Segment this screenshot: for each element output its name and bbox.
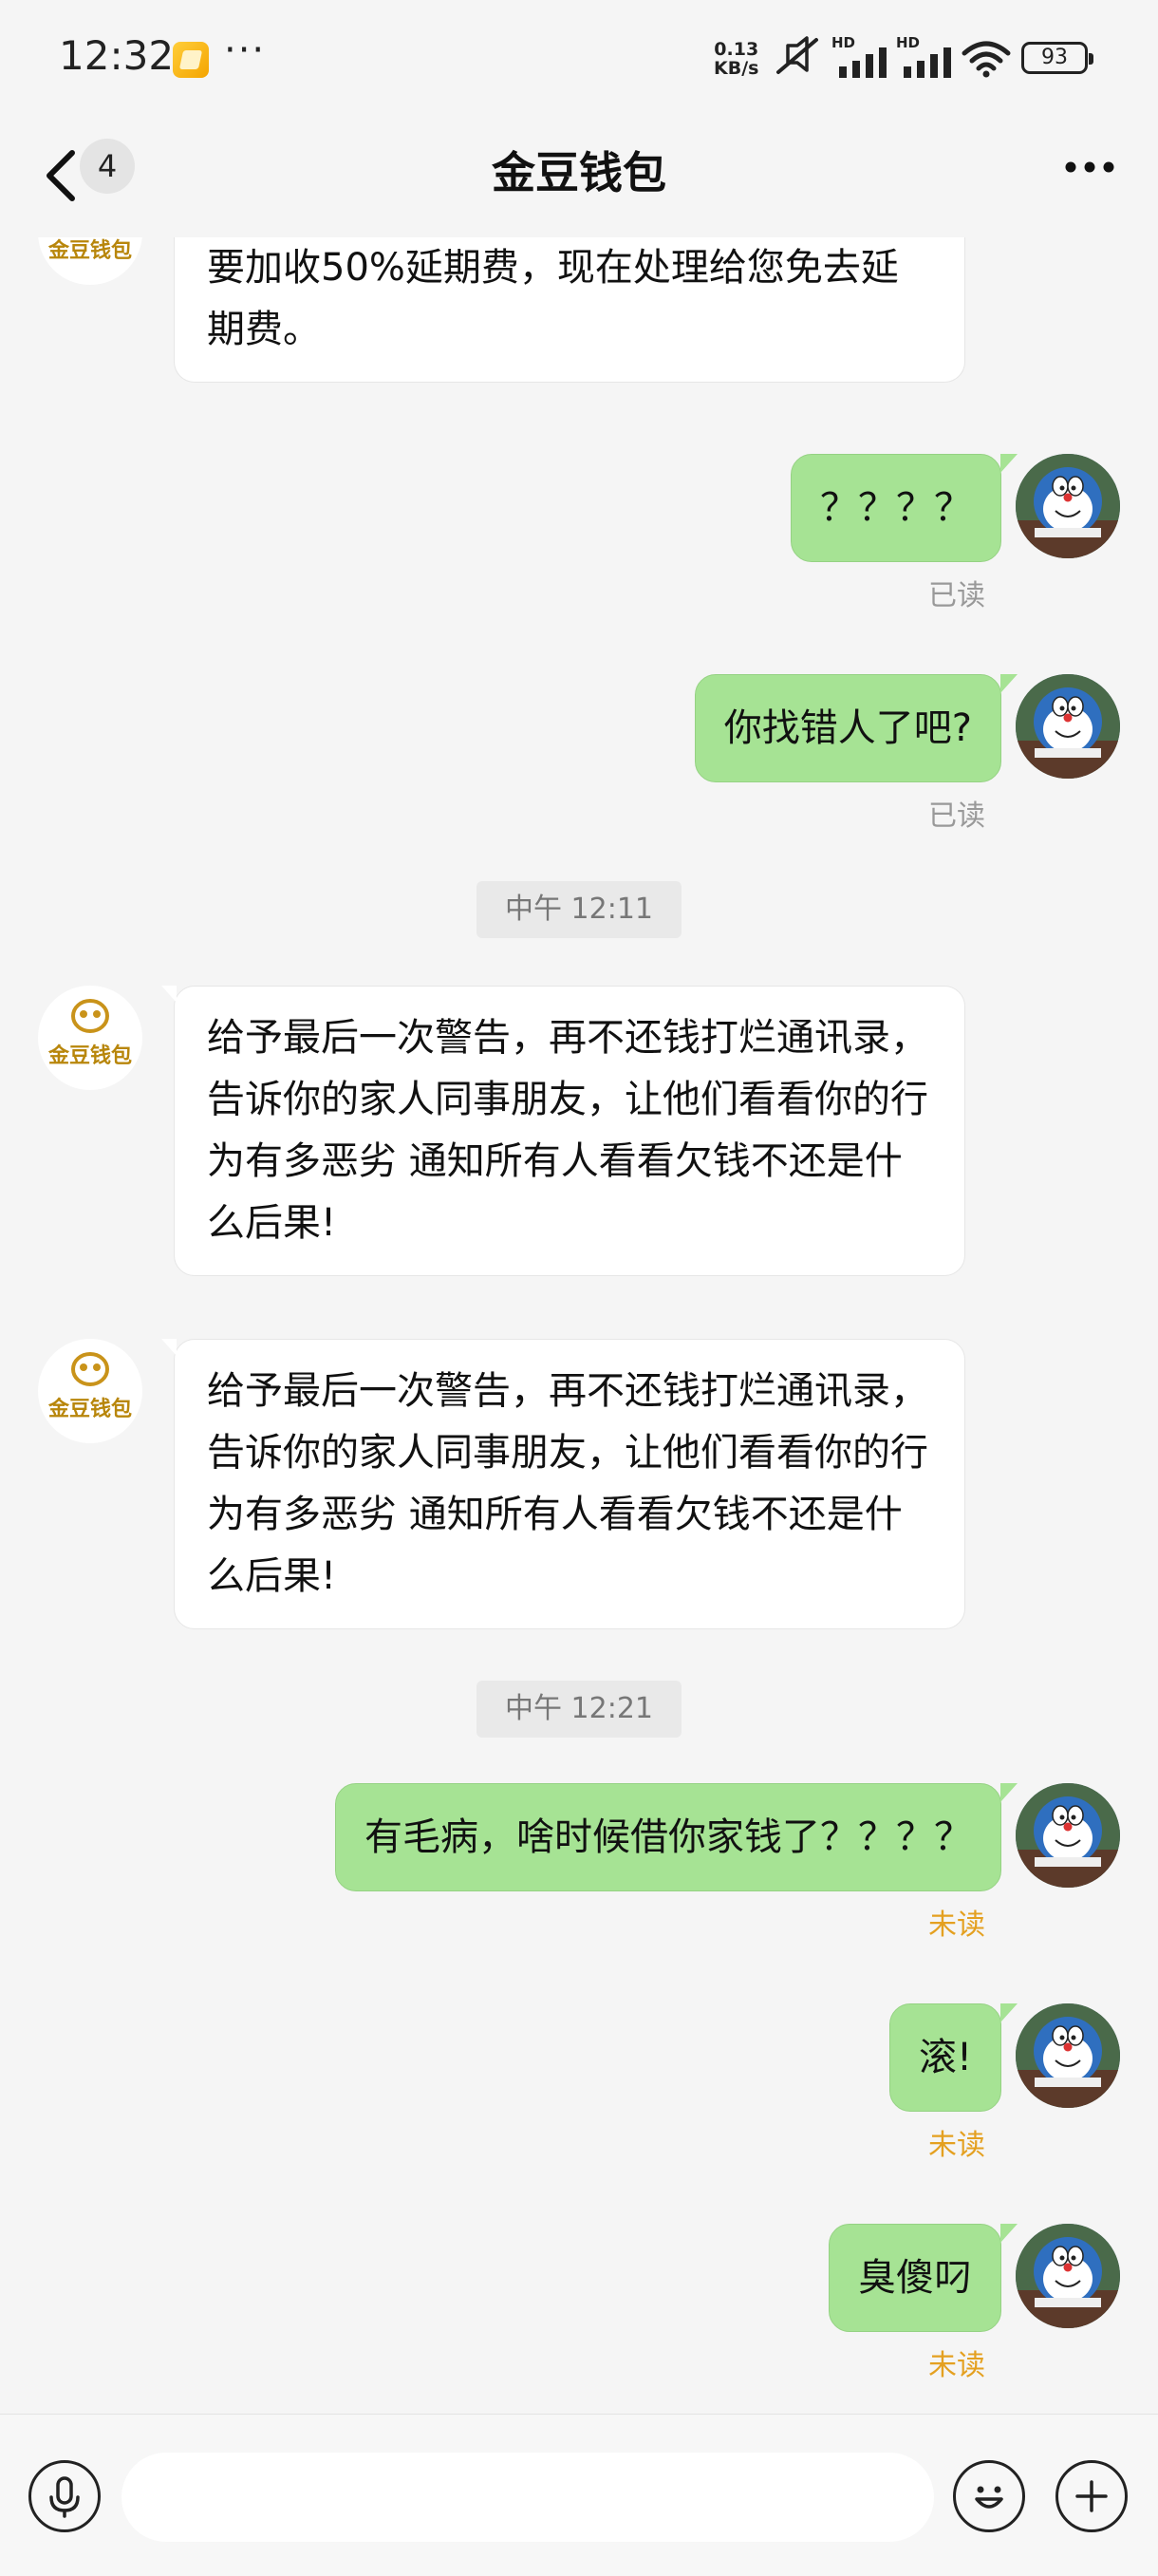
- sender-logo-text: 金豆钱包: [47, 1398, 132, 1421]
- message-status: 已读: [928, 799, 985, 833]
- sender-logo-text: 金豆钱包: [47, 1044, 132, 1068]
- network-speed-unit: KB/s: [714, 58, 759, 79]
- emoji-button[interactable]: [953, 2460, 1025, 2532]
- my-avatar[interactable]: [1016, 2003, 1120, 2108]
- network-speed: 0.13 KB/s: [714, 40, 758, 78]
- emoji-icon: [975, 2486, 1003, 2509]
- doraemon-avatar-icon: [1016, 2003, 1120, 2108]
- status-time: 12:32: [59, 32, 175, 79]
- my-avatar[interactable]: [1016, 2224, 1120, 2328]
- battery-level: 93: [1041, 46, 1068, 69]
- signal-icon-2: HD: [896, 34, 962, 78]
- my-avatar[interactable]: [1016, 454, 1120, 558]
- network-speed-value: 0.13: [714, 39, 759, 60]
- notification-app-icon: [173, 42, 209, 78]
- outgoing-message-bubble[interactable]: ？？？？: [791, 454, 1018, 562]
- outgoing-message-bubble[interactable]: 臭傻叼: [829, 2224, 1018, 2332]
- doraemon-avatar-icon: [1016, 1783, 1120, 1888]
- add-button[interactable]: [1055, 2460, 1128, 2532]
- signal-icon-1: HD: [831, 34, 898, 78]
- status-bar: 12:32 ··· 0.13 KB/s HD HD 93: [0, 0, 1158, 114]
- outgoing-message-bubble[interactable]: 滚!: [888, 2003, 1018, 2112]
- incoming-message-bubble[interactable]: 要加收50%延期费，现在处理给您免去延期费。: [174, 237, 965, 383]
- message-status: 未读: [928, 1908, 985, 1942]
- my-avatar[interactable]: [1016, 674, 1120, 779]
- more-options-icon[interactable]: [1061, 146, 1118, 188]
- my-avatar[interactable]: [1016, 1783, 1120, 1888]
- sender-logo-text: 金豆钱包: [47, 239, 132, 263]
- message-list[interactable]: 金豆钱包 要加收50%延期费，现在处理给您免去延期费。 ？？？？ 已读 你找错人…: [0, 237, 1158, 2414]
- sender-avatar[interactable]: 金豆钱包: [38, 986, 142, 1090]
- message-input[interactable]: [121, 2453, 934, 2542]
- plus-icon: [1075, 2480, 1108, 2512]
- jindou-logo-icon: [71, 999, 109, 1033]
- sender-avatar[interactable]: 金豆钱包: [38, 1339, 142, 1443]
- message-status: 未读: [928, 2349, 985, 2382]
- outgoing-message-bubble[interactable]: 有毛病，啥时候借你家钱了？？？？: [335, 1783, 1018, 1891]
- more-notifications-icon: ···: [224, 28, 267, 72]
- timestamp-divider: 中午 12:21: [476, 1681, 682, 1738]
- doraemon-avatar-icon: [1016, 454, 1120, 558]
- microphone-icon: [49, 2476, 80, 2518]
- incoming-message-bubble[interactable]: 给予最后一次警告，再不还钱打烂通讯录，告诉你的家人同事朋友，让他们看看你的行为有…: [161, 1339, 965, 1629]
- input-bar: [0, 2414, 1158, 2576]
- mute-icon: [776, 36, 818, 74]
- doraemon-avatar-icon: [1016, 2224, 1120, 2328]
- outgoing-message-bubble[interactable]: 你找错人了吧?: [694, 674, 1018, 782]
- voice-button[interactable]: [28, 2460, 101, 2532]
- wifi-icon: [962, 41, 1011, 78]
- sender-avatar[interactable]: 金豆钱包: [38, 237, 142, 285]
- incoming-message-bubble[interactable]: 给予最后一次警告，再不还钱打烂通讯录，告诉你的家人同事朋友，让他们看看你的行为有…: [161, 986, 965, 1276]
- jindou-logo-icon: [71, 1352, 109, 1386]
- message-status: 已读: [928, 579, 985, 612]
- doraemon-avatar-icon: [1016, 674, 1120, 779]
- timestamp-divider: 中午 12:11: [476, 881, 682, 938]
- chat-title: 金豆钱包: [492, 147, 666, 198]
- battery-icon: 93: [1021, 42, 1093, 74]
- message-status: 未读: [928, 2129, 985, 2162]
